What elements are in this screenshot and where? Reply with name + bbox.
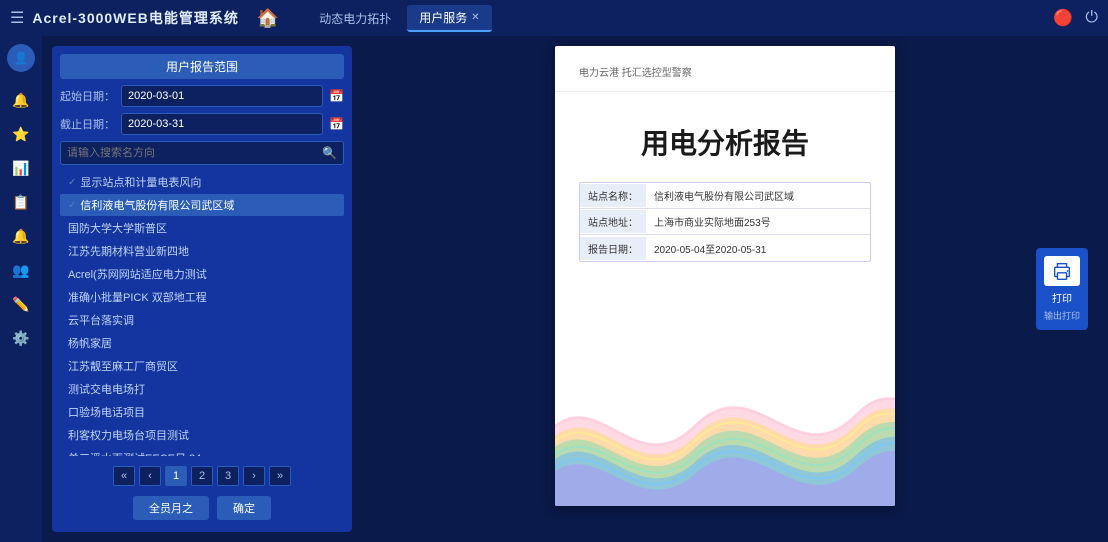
- alert-icon[interactable]: 🔴: [1053, 8, 1073, 28]
- export-button[interactable]: 全员月之: [133, 496, 209, 520]
- content-panel: 用户报告范围 起始日期： 📅 截止日期： 📅 🔍 ✓ 显示站点和计量电表风向: [42, 36, 1108, 542]
- end-date-label: 截止日期：: [60, 116, 115, 132]
- doc-info-row-name: 站点名称： 信利液电气股份有限公司武区域: [580, 183, 870, 209]
- list-item[interactable]: ✓ 显示站点和计量电表风向: [60, 171, 344, 193]
- action-row: 全员月之 确定: [60, 496, 344, 524]
- sidebar-icon-6[interactable]: 👥: [5, 256, 37, 284]
- doc-info-label-addr: 站点地址：: [580, 210, 646, 233]
- preview-panel: 电力云港 托汇选控型警察 用电分析报告 站点名称： 信利液电气股份有限公司武区域…: [352, 46, 1098, 532]
- print-sublabel: 输出打印: [1044, 309, 1080, 322]
- list-item[interactable]: 国防大学大学斯普区: [60, 217, 344, 239]
- doc-preview: 电力云港 托汇选控型警察 用电分析报告 站点名称： 信利液电气股份有限公司武区域…: [555, 46, 895, 506]
- start-cal-icon[interactable]: 📅: [329, 89, 344, 103]
- list-item[interactable]: Acrel(苏网网站适应电力测试: [60, 263, 344, 285]
- nav-tabs: 动态电力拓扑 用户服务 ✕: [307, 5, 491, 32]
- page-next-btn[interactable]: ›: [243, 466, 265, 486]
- doc-info-label-name: 站点名称：: [580, 184, 646, 207]
- print-panel: 打印 输出打印: [1036, 248, 1088, 330]
- sidebar-icon-5[interactable]: 🔔: [5, 222, 37, 250]
- list-item[interactable]: 测试交电电场打: [60, 378, 344, 400]
- doc-info-value-date: 2020-05-04至2020-05-31: [646, 237, 870, 260]
- avatar[interactable]: 👤: [7, 44, 35, 72]
- page-first-btn[interactable]: «: [113, 466, 135, 486]
- doc-header-text: 电力云港 托汇选控型警察: [579, 64, 871, 79]
- doc-info-value-name: 信利液电气股份有限公司武区域: [646, 184, 870, 207]
- list-item[interactable]: ✓ 信利液电气股份有限公司武区域: [60, 194, 344, 216]
- search-input[interactable]: [67, 147, 322, 159]
- print-icon[interactable]: [1044, 256, 1080, 286]
- list-item[interactable]: 云平台落实调: [60, 309, 344, 331]
- doc-info-value-addr: 上海市商业实际地面253号: [646, 210, 870, 233]
- search-icon[interactable]: 🔍: [322, 146, 337, 160]
- start-date-label: 起始日期：: [60, 88, 115, 104]
- top-bar: ☰ Acrel-3000WEB电能管理系统 🏠 动态电力拓扑 用户服务 ✕ 🔴 …: [0, 0, 1108, 36]
- sidebar-icon-3[interactable]: 📊: [5, 154, 37, 182]
- doc-header-area: 电力云港 托汇选控型警察: [555, 46, 895, 92]
- left-sidebar: 👤 🔔 ⭐ 📊 📋 🔔 👥 ✏️ ⚙️: [0, 36, 42, 542]
- power-icon[interactable]: ⏻: [1085, 9, 1098, 27]
- doc-info-label-date: 报告日期：: [580, 237, 646, 260]
- page-last-btn[interactable]: »: [269, 466, 291, 486]
- end-date-input[interactable]: [121, 113, 323, 135]
- doc-main-title: 用电分析报告: [555, 92, 895, 182]
- list-item[interactable]: 单三溪水面测试EECE日.24: [60, 447, 344, 456]
- doc-info-row-date: 报告日期： 2020-05-04至2020-05-31: [580, 235, 870, 261]
- sidebar-icon-1[interactable]: 🔔: [5, 86, 37, 114]
- sidebar-icon-7[interactable]: ✏️: [5, 290, 37, 318]
- list-item[interactable]: 利客权力电场台项目测试: [60, 424, 344, 446]
- main-layout: 👤 🔔 ⭐ 📊 📋 🔔 👥 ✏️ ⚙️ 用户报告范围 起始日期： 📅 截止日期：…: [0, 36, 1108, 542]
- sidebar-icon-8[interactable]: ⚙️: [5, 324, 37, 352]
- list-container: ✓ 显示站点和计量电表风向 ✓ 信利液电气股份有限公司武区域 国防大学大学斯普区…: [60, 171, 344, 456]
- confirm-button[interactable]: 确定: [217, 496, 271, 520]
- list-item[interactable]: 口验场电话项目: [60, 401, 344, 423]
- sidebar-icon-4[interactable]: 📋: [5, 188, 37, 216]
- start-date-row: 起始日期： 📅: [60, 85, 344, 107]
- list-item[interactable]: 准确小批量PICK 双部地工程: [60, 286, 344, 308]
- start-date-input[interactable]: [121, 85, 323, 107]
- top-bar-right: 🔴 ⏻: [1053, 8, 1098, 28]
- home-button[interactable]: 🏠: [257, 8, 279, 29]
- page-prev-btn[interactable]: ‹: [139, 466, 161, 486]
- filter-panel: 用户报告范围 起始日期： 📅 截止日期： 📅 🔍 ✓ 显示站点和计量电表风向: [52, 46, 352, 532]
- end-cal-icon[interactable]: 📅: [329, 117, 344, 131]
- pagination: « ‹ 1 2 3 › »: [60, 462, 344, 490]
- sidebar-icon-2[interactable]: ⭐: [5, 120, 37, 148]
- doc-info-row-addr: 站点地址： 上海市商业实际地面253号: [580, 209, 870, 235]
- list-item[interactable]: 杨帆家居: [60, 332, 344, 354]
- hamburger-icon[interactable]: ☰: [10, 8, 24, 28]
- filter-title: 用户报告范围: [60, 54, 344, 79]
- tab-close-icon[interactable]: ✕: [471, 12, 479, 23]
- page-3-btn[interactable]: 3: [217, 466, 239, 486]
- page-1-btn[interactable]: 1: [165, 466, 187, 486]
- tab-power-topology[interactable]: 动态电力拓扑: [307, 6, 403, 31]
- app-title: Acrel-3000WEB电能管理系统: [32, 8, 239, 28]
- doc-info-table: 站点名称： 信利液电气股份有限公司武区域 站点地址： 上海市商业实际地面253号…: [579, 182, 871, 262]
- list-item[interactable]: 江苏先期材料营业新四地: [60, 240, 344, 262]
- list-item[interactable]: 江苏靓至麻工厂商贸区: [60, 355, 344, 377]
- tab-user-service[interactable]: 用户服务 ✕: [407, 5, 491, 32]
- end-date-row: 截止日期： 📅: [60, 113, 344, 135]
- doc-wave-area: [555, 262, 895, 506]
- page-2-btn[interactable]: 2: [191, 466, 213, 486]
- print-label: 打印: [1052, 290, 1072, 305]
- top-bar-left: ☰ Acrel-3000WEB电能管理系统 🏠 动态电力拓扑 用户服务 ✕: [10, 5, 492, 32]
- search-row: 🔍: [60, 141, 344, 165]
